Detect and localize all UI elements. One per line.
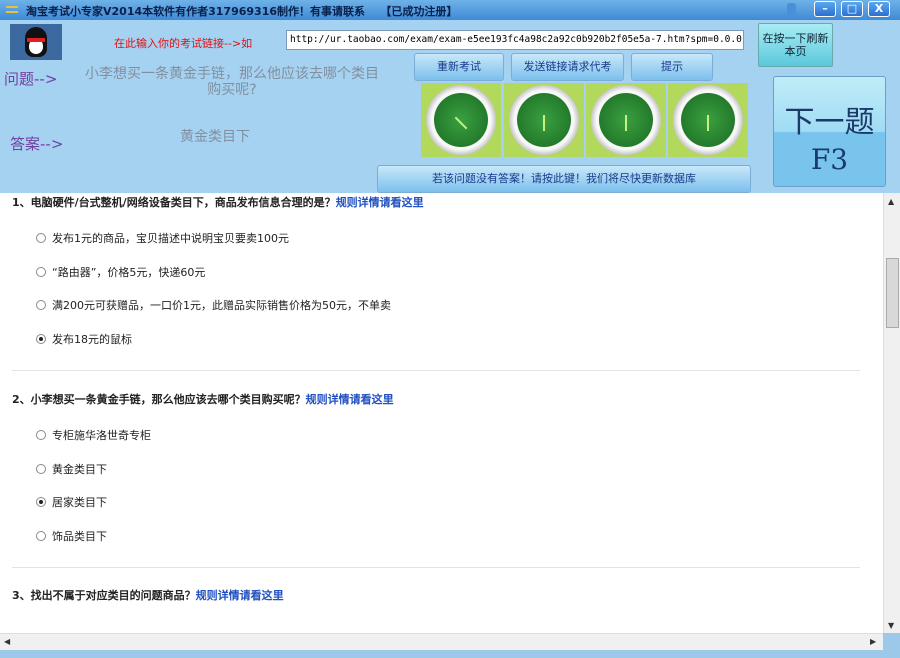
option-label: 发布18元的鼠标: [52, 332, 132, 346]
next-label: 下一题: [784, 105, 875, 140]
rule-details-link[interactable]: 规则详情请看这里: [196, 589, 284, 602]
scroll-thumb[interactable]: [886, 258, 899, 328]
question-title: 2、小李想买一条黄金手链，那么他应该去哪个类目购买呢？规则详情请看这里: [12, 391, 394, 407]
radar-icon: [421, 83, 501, 157]
rule-details-link[interactable]: 规则详情请看这里: [306, 393, 394, 406]
current-answer: 黄金类目下: [180, 129, 250, 145]
option-label: 居家类目下: [52, 496, 107, 509]
option-label: 黄金类目下: [52, 462, 107, 476]
exam-url-input[interactable]: http://ur.taobao.com/exam/exam-e5ee193fc…: [286, 30, 744, 50]
radio-button[interactable]: [36, 233, 46, 243]
answer-option[interactable]: 饰品类目下: [36, 528, 107, 544]
answer-option[interactable]: 居家类目下: [36, 494, 107, 510]
radar-icon: [668, 83, 748, 157]
exam-page: 1、电脑硬件/台式整机/网络设备类目下，商品发布信息合理的是？规则详情请看这里发…: [0, 193, 883, 633]
horizontal-scrollbar[interactable]: ◀ ▶: [0, 633, 883, 650]
radio-button[interactable]: [36, 530, 46, 541]
radio-button[interactable]: [36, 300, 46, 310]
question-title: 3、找出不属于对应类目的问题商品？规则详情请看这里: [12, 587, 284, 603]
radar-icon: [504, 83, 584, 157]
next-shortcut: F3: [810, 143, 849, 176]
option-label: 专柜施华洛世奇专柜: [52, 429, 151, 442]
option-label: “路由器”，价格5元，快递60元: [52, 265, 206, 279]
answer-option[interactable]: 发布1元的商品，宝贝描述中说明宝贝要卖100元: [36, 230, 289, 246]
answer-option[interactable]: 专柜施华洛世奇专柜: [36, 427, 151, 443]
rule-details-link[interactable]: 规则详情请看这里: [336, 196, 424, 209]
question-text: 3、找出不属于对应类目的问题商品？: [12, 589, 196, 602]
answer-option[interactable]: 黄金类目下: [36, 461, 107, 477]
minimize-button[interactable]: –: [814, 1, 836, 17]
option-label: 满200元可获赠品，一口价1元，此赠品实际销售价格为50元，不单卖: [52, 299, 391, 312]
vertical-scrollbar[interactable]: ▲ ▼: [883, 193, 900, 633]
question-text: 2、小李想买一条黄金手链，那么他应该去哪个类目购买呢？: [12, 393, 306, 406]
app-icon: [6, 6, 18, 13]
radar-icon: [586, 83, 666, 157]
tip-button[interactable]: 提示: [631, 53, 713, 81]
answer-label: 答案-->: [10, 135, 64, 153]
qq-penguin-icon: [10, 24, 62, 60]
radio-button[interactable]: [36, 333, 46, 344]
skin-icon[interactable]: [787, 3, 796, 17]
refresh-button[interactable]: 在按一下刷新本页: [758, 23, 833, 67]
answer-option[interactable]: 发布18元的鼠标: [36, 331, 132, 347]
question-text: 1、电脑硬件/台式整机/网络设备类目下，商品发布信息合理的是？: [12, 196, 336, 209]
question-title: 1、电脑硬件/台式整机/网络设备类目下，商品发布信息合理的是？规则详情请看这里: [12, 194, 424, 210]
answer-option[interactable]: “路由器”，价格5元，快递60元: [36, 264, 205, 280]
report-missing-answer-button[interactable]: 若该问题没有答案！请按此键！我们将尽快更新数据库: [377, 165, 751, 193]
send-link-button[interactable]: 发送链接请求代考: [511, 53, 624, 81]
divider: [12, 567, 860, 568]
option-label: 发布1元的商品，宝贝描述中说明宝贝要卖100元: [52, 232, 289, 245]
radio-button[interactable]: [36, 266, 46, 277]
next-question-button[interactable]: 下一题 F3: [773, 76, 886, 187]
divider: [12, 370, 860, 371]
restart-exam-button[interactable]: 重新考试: [414, 53, 504, 81]
question-label: 问题-->: [4, 70, 58, 88]
window-title: 淘宝考试小专家V2014本软件有作者317969316制作！有事请联系 【已成功…: [26, 5, 458, 18]
radio-button[interactable]: [36, 430, 46, 440]
current-question: 小李想买一条黄金手链，那么他应该去哪个类目购买呢?: [85, 66, 379, 98]
radio-button[interactable]: [36, 463, 46, 474]
title-bar: 淘宝考试小专家V2014本软件有作者317969316制作！有事请联系 【已成功…: [0, 0, 900, 20]
maximize-button[interactable]: □: [841, 1, 863, 17]
url-hint: 在此输入你的考试链接-->如: [114, 37, 253, 50]
option-label: 饰品类目下: [52, 529, 107, 543]
answer-option[interactable]: 满200元可获赠品，一口价1元，此赠品实际销售价格为50元，不单卖: [36, 297, 391, 313]
close-button[interactable]: X: [868, 1, 890, 17]
radio-button[interactable]: [36, 497, 46, 507]
